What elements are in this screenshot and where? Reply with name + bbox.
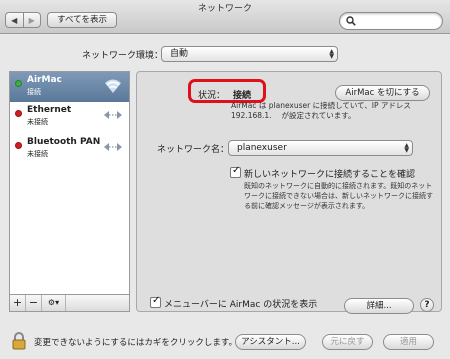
ask-new-networks-description: 既知のネットワークに自動的に接続されます。既知のネット ワークに接続できない場合… xyxy=(244,181,439,211)
apply-button[interactable]: 適用 xyxy=(383,334,434,350)
service-name: Ethernet xyxy=(27,105,72,115)
search-icon xyxy=(346,16,356,26)
turn-airmac-off-button[interactable]: AirMac を切にする xyxy=(335,85,430,101)
show-in-menubar-label: メニューバーに AirMac の状況を表示 xyxy=(164,300,318,310)
service-list-footer: + − ⚙▾ xyxy=(10,294,129,311)
location-select[interactable]: 自動 ▲ ▼ xyxy=(161,46,338,62)
lock-icon[interactable] xyxy=(10,331,28,351)
service-status: 未接続 xyxy=(27,118,48,126)
service-status: 未接続 xyxy=(27,150,48,158)
nav-buttons: ◀ ▶ xyxy=(5,12,41,28)
service-item-ethernet[interactable]: Ethernet 未接続 xyxy=(10,102,129,132)
updown-arrows-icon: ▲ ▼ xyxy=(404,142,409,154)
service-name: Bluetooth PAN xyxy=(27,137,101,147)
window-toolbar: ネットワーク ◀ ▶ すべてを表示 xyxy=(0,0,450,34)
service-name: AirMac xyxy=(27,75,62,85)
service-item-bluetooth-pan[interactable]: Bluetooth PAN 未接続 xyxy=(10,134,129,164)
assistant-button[interactable]: アシスタント... xyxy=(235,334,306,350)
revert-button[interactable]: 元に戻す xyxy=(322,334,373,350)
wifi-icon xyxy=(105,79,121,93)
search-input[interactable] xyxy=(339,12,443,30)
highlight-annotation xyxy=(188,79,266,103)
bottom-bar: 変更できないようにするにはカギをクリックします。 アシスタント... 元に戻す … xyxy=(0,322,450,359)
service-item-airmac[interactable]: AirMac 接続 xyxy=(10,72,129,102)
ask-new-networks-checkbox[interactable]: ✓ xyxy=(230,165,241,178)
status-dot-icon xyxy=(15,80,22,87)
status-dot-icon xyxy=(15,110,22,117)
service-list: AirMac 接続 Ethernet 未接続 Bluetooth PAN 未接続 xyxy=(10,72,129,294)
description-line: ワークに接続できない場合は、新しいネットワークに接続す xyxy=(244,192,433,200)
network-name-select[interactable]: planexuser ▲ ▼ xyxy=(228,140,413,156)
remove-service-button[interactable]: − xyxy=(26,295,42,311)
connection-info: AirMac は planexuser に接続していて、IP アドレス 192.… xyxy=(231,101,436,121)
show-all-button[interactable]: すべてを表示 xyxy=(47,12,117,28)
connection-info-line: AirMac は planexuser に接続していて、IP アドレス xyxy=(231,101,411,110)
status-dot-icon xyxy=(15,142,22,149)
lock-message: 変更できないようにするにはカギをクリックします。 xyxy=(34,338,238,348)
service-status: 接続 xyxy=(27,88,41,96)
ethernet-icon xyxy=(104,111,122,119)
network-name-label: ネットワーク名： xyxy=(157,145,230,155)
help-button[interactable]: ? xyxy=(420,298,434,312)
location-label: ネットワーク環境： xyxy=(82,51,164,61)
checkmark-icon: ✓ xyxy=(152,295,161,306)
show-in-menubar-checkbox[interactable]: ✓ xyxy=(150,295,161,308)
back-icon[interactable]: ◀ xyxy=(6,13,23,27)
updown-arrows-icon: ▲ ▼ xyxy=(329,48,334,60)
connection-info-line: 192.168.1. が設定されています。 xyxy=(231,111,356,120)
service-sidebar: AirMac 接続 Ethernet 未接続 Bluetooth PAN 未接続 xyxy=(9,71,130,312)
description-line: る前に確認メッセージが表示されます。 xyxy=(244,202,370,210)
location-row: ネットワーク環境： 自動 ▲ ▼ xyxy=(0,46,450,62)
advanced-button[interactable]: 詳細... xyxy=(344,298,414,314)
location-value: 自動 xyxy=(170,49,189,59)
bluetooth-pan-icon xyxy=(104,143,122,151)
add-service-button[interactable]: + xyxy=(10,295,26,311)
checkmark-icon: ✓ xyxy=(232,165,241,176)
forward-icon[interactable]: ▶ xyxy=(22,13,41,27)
ask-new-networks-label: 新しいネットワークに接続することを確認 xyxy=(244,170,416,180)
description-line: 既知のネットワークに自動的に接続されます。既知のネット xyxy=(244,182,433,190)
gear-icon[interactable]: ⚙▾ xyxy=(42,295,66,311)
network-name-value: planexuser xyxy=(237,143,287,153)
